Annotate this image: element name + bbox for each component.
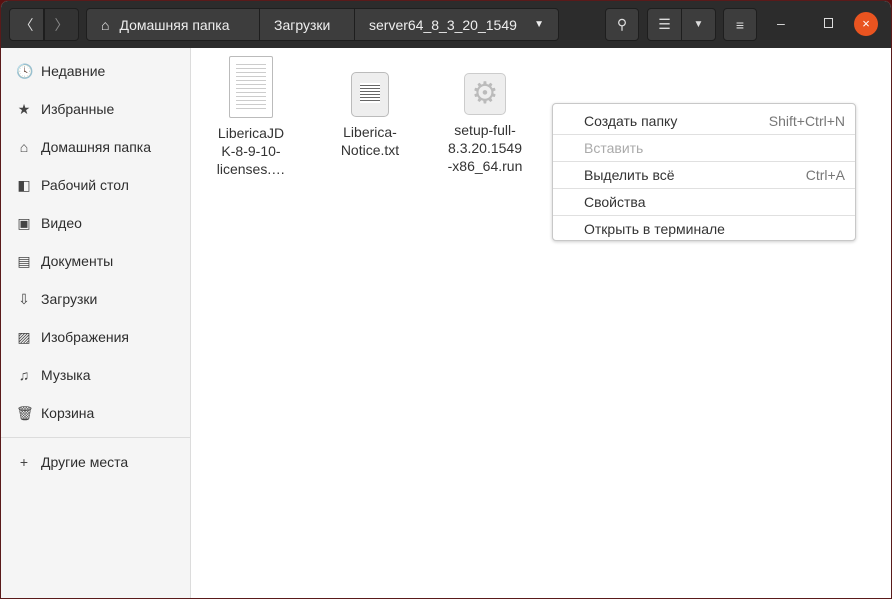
document-icon: [229, 56, 273, 118]
file-manager-window: 〈 〉 ⌂ Домашняя папка Загрузки server64_8_…: [0, 0, 892, 599]
sidebar-item-music[interactable]: ♫ Музыка: [1, 356, 190, 394]
menu-item-paste: Вставить: [553, 135, 855, 161]
menu-item-select-all[interactable]: Выделить всё Ctrl+A: [553, 162, 855, 188]
download-icon: ⇩: [18, 290, 30, 307]
text-file-icon: [351, 72, 389, 117]
close-icon: ×: [862, 16, 870, 31]
image-icon: ▨: [17, 328, 31, 345]
home-icon: ⌂: [101, 16, 110, 33]
music-icon: ♫: [18, 367, 30, 383]
back-button[interactable]: 〈: [9, 8, 44, 41]
forward-button[interactable]: 〉: [44, 8, 79, 41]
sidebar: 🕓 Недавние ★ Избранные ⌂ Домашняя папка ◧ Рабоч…: [1, 48, 191, 598]
dropdown-icon: ▼: [693, 19, 704, 30]
menu-item-open-terminal[interactable]: Открыть в терминале: [553, 216, 855, 242]
executable-gear-icon: ⚙: [464, 73, 506, 115]
header-bar: 〈 〉 ⌂ Домашняя папка Загрузки server64_8_…: [1, 1, 891, 48]
trash-icon: 🗑: [16, 404, 34, 421]
sidebar-item-label: Недавние: [41, 63, 106, 79]
search-button[interactable]: ⚲: [605, 8, 639, 41]
sidebar-item-label: Изображения: [41, 329, 129, 345]
menu-button[interactable]: ≡: [723, 8, 757, 41]
sidebar-item-label: Рабочий стол: [41, 177, 129, 193]
sidebar-item-label: Избранные: [41, 101, 115, 117]
file-name: Liberica- Notice.txt: [340, 124, 400, 158]
menu-item-new-folder[interactable]: Создать папку Shift+Ctrl+N: [553, 108, 855, 134]
minimize-button[interactable]: –: [777, 15, 785, 31]
context-menu: Создать папку Shift+Ctrl+N Вставить Выдел…: [552, 103, 856, 241]
menu-label: Вставить: [584, 140, 644, 156]
menu-label: Выделить всё: [584, 167, 675, 183]
menu-label: Создать папку: [584, 113, 678, 129]
search-icon: ⚲: [616, 16, 628, 32]
dropdown-icon: ▼: [534, 19, 544, 30]
plus-icon: +: [19, 454, 29, 470]
sidebar-item-star[interactable]: ★ Избранные: [1, 90, 190, 128]
sidebar-item-download[interactable]: ⇩ Загрузки: [1, 280, 190, 318]
sidebar-item-clock[interactable]: 🕓 Недавние: [1, 52, 190, 90]
clock-icon: 🕓: [16, 62, 34, 79]
view-list-button[interactable]: ☰: [647, 8, 682, 41]
breadcrumb-current[interactable]: server64_8_3_20_1549 ▼: [354, 8, 559, 41]
hamburger-icon: ≡: [735, 16, 745, 33]
breadcrumb-label: Домашняя папка: [119, 16, 230, 33]
sidebar-item-label: Домашняя папка: [41, 139, 152, 155]
file-item[interactable]: Liberica- Notice.txt: [315, 72, 425, 159]
menu-label: Открыть в терминале: [584, 221, 725, 237]
file-name: LibericaJD K-8-9-10- licenses.…: [216, 125, 286, 177]
breadcrumb-home[interactable]: ⌂ Домашняя папка: [86, 8, 260, 41]
list-icon: ☰: [658, 16, 671, 32]
star-icon: ★: [17, 100, 31, 117]
maximize-button[interactable]: [824, 18, 833, 28]
sidebar-item-video[interactable]: ▣ Видео: [1, 204, 190, 242]
sidebar-divider: [1, 437, 190, 438]
video-icon: ▣: [17, 214, 31, 231]
sidebar-item-desktop[interactable]: ◧ Рабочий стол: [1, 166, 190, 204]
file-name: setup-full- 8.3.20.1549 -x86_64.run: [447, 122, 523, 174]
sidebar-item-document[interactable]: ▤ Документы: [1, 242, 190, 280]
chevron-left-icon: 〈: [19, 16, 34, 33]
breadcrumb-label: Загрузки: [274, 16, 331, 33]
chevron-right-icon: 〉: [54, 16, 69, 33]
sidebar-item-label: Музыка: [41, 367, 91, 383]
sidebar-item-other-places[interactable]: + Другие места: [1, 443, 190, 481]
close-button[interactable]: ×: [854, 12, 878, 36]
sidebar-item-label: Загрузки: [41, 291, 98, 307]
sidebar-item-trash[interactable]: 🗑 Корзина: [1, 394, 190, 432]
file-item[interactable]: LibericaJD K-8-9-10- licenses.…: [196, 56, 306, 178]
menu-shortcut: Shift+Ctrl+N: [768, 113, 845, 129]
breadcrumb-downloads[interactable]: Загрузки: [259, 8, 355, 41]
home-icon: ⌂: [19, 139, 29, 155]
menu-shortcut: Ctrl+A: [805, 167, 845, 183]
sidebar-item-label: Корзина: [41, 405, 95, 421]
menu-item-properties[interactable]: Свойства: [553, 189, 855, 215]
desktop-icon: ◧: [17, 176, 31, 193]
menu-label: Свойства: [584, 194, 646, 210]
sidebar-item-label: Документы: [41, 253, 114, 269]
breadcrumb-label: server64_8_3_20_1549: [369, 16, 517, 33]
document-icon: ▤: [17, 252, 31, 269]
sidebar-item-image[interactable]: ▨ Изображения: [1, 318, 190, 356]
sidebar-item-home[interactable]: ⌂ Домашняя папка: [1, 128, 190, 166]
sidebar-item-label: Видео: [41, 215, 82, 231]
view-options-button[interactable]: ▼: [681, 8, 716, 41]
sidebar-item-label: Другие места: [41, 454, 129, 470]
file-item[interactable]: ⚙ setup-full- 8.3.20.1549 -x86_64.run: [430, 73, 540, 175]
